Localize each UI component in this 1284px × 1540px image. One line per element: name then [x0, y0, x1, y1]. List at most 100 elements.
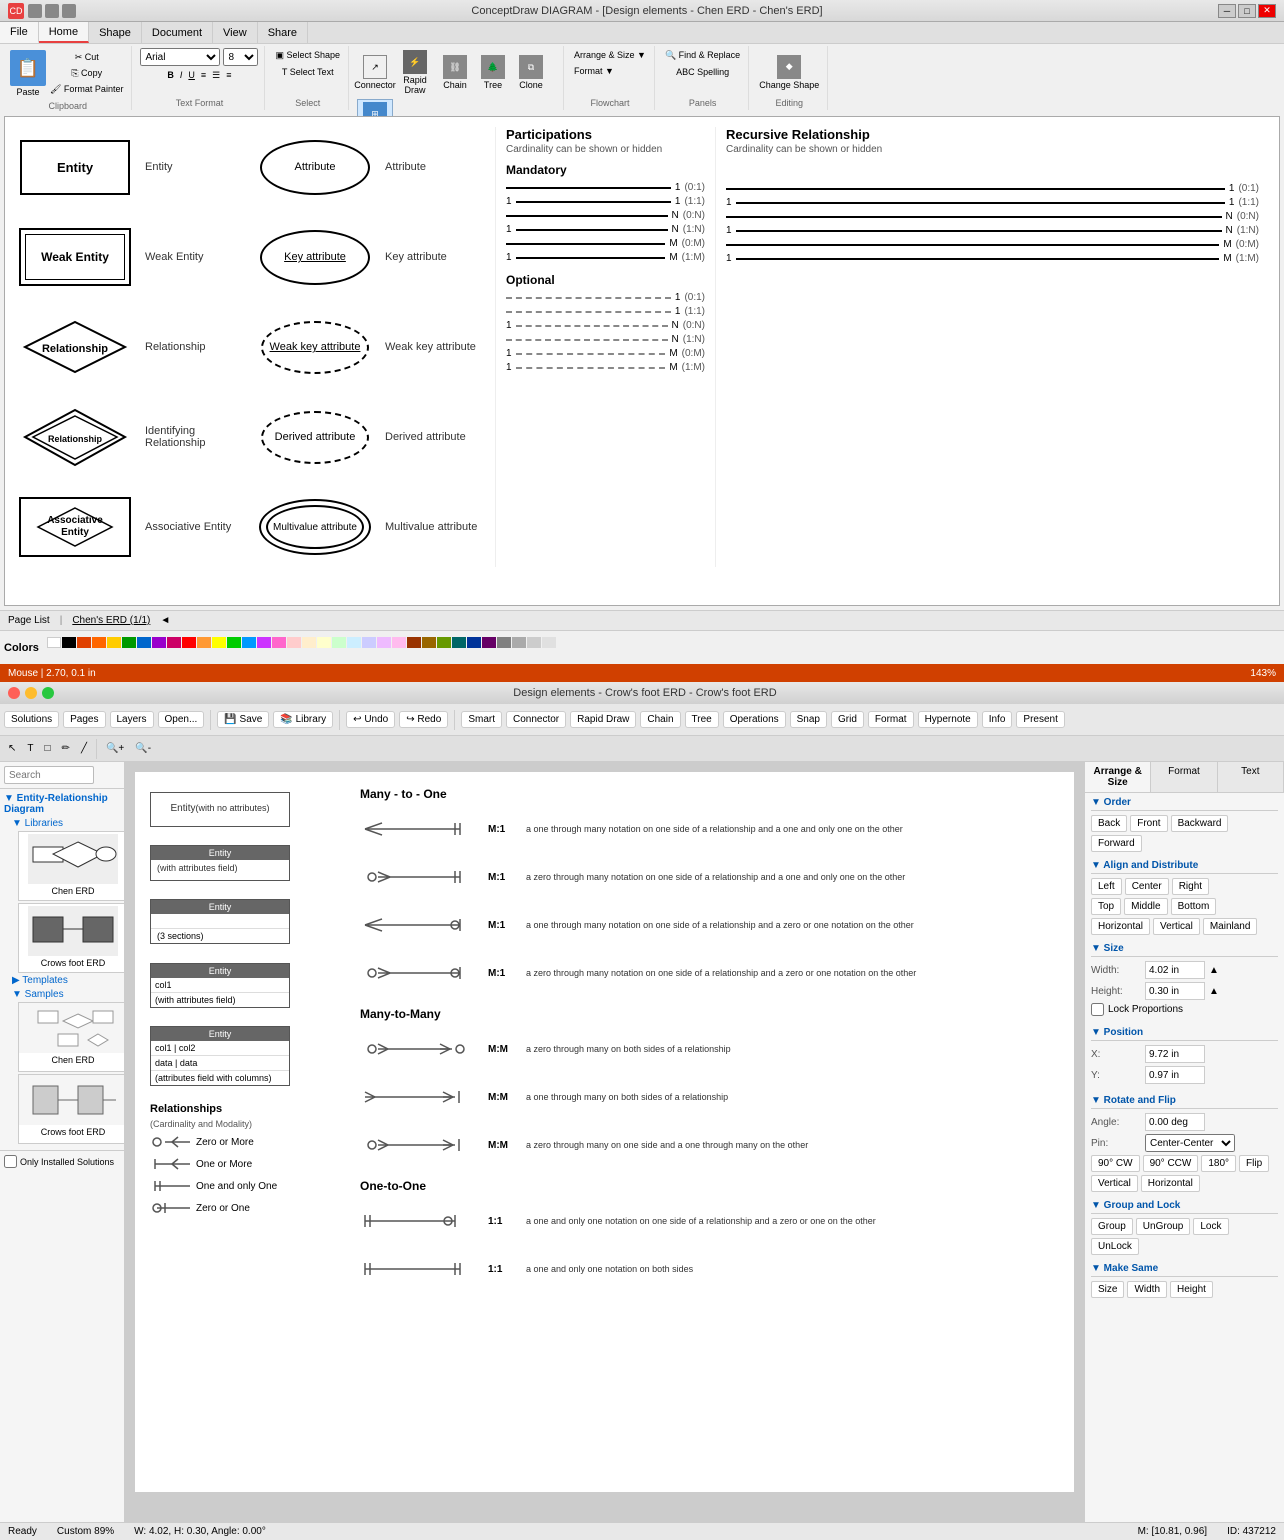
vertical-distribute-button[interactable]: Vertical — [1153, 918, 1200, 935]
snap-btn-bottom[interactable]: Snap — [790, 711, 827, 728]
search-input[interactable] — [4, 766, 94, 784]
crows-sample-thumbnail[interactable]: Crows foot ERD — [18, 1074, 125, 1144]
multivalue-attr-shape[interactable]: Multivalue attribute — [259, 499, 371, 555]
copy-button[interactable]: ⎘ Copy — [48, 66, 125, 81]
underline-button[interactable]: U — [186, 68, 197, 83]
font-family-select[interactable]: Arial — [140, 48, 220, 66]
swatch-green[interactable] — [122, 637, 136, 648]
paste-button[interactable]: 📋 Paste — [10, 48, 46, 99]
clone-button[interactable]: ⧉ Clone — [513, 53, 549, 92]
horizontal-flip-button[interactable]: Horizontal — [1141, 1175, 1200, 1192]
hypernote-button[interactable]: Hypernote — [918, 711, 978, 728]
forward-button[interactable]: Forward — [1091, 835, 1142, 852]
swatch-light-pink[interactable] — [272, 637, 286, 648]
tab-share[interactable]: Share — [258, 22, 308, 43]
angle-input[interactable] — [1145, 1113, 1205, 1131]
align-title[interactable]: ▼ Align and Distribute — [1091, 860, 1278, 874]
only-installed-label[interactable]: Only Installed Solutions — [4, 1155, 120, 1168]
connector-button[interactable]: ↗ Connector — [357, 53, 393, 92]
tab-arrange-size[interactable]: Arrange & Size — [1085, 762, 1151, 792]
tab-view[interactable]: View — [213, 22, 258, 43]
redo-button-bottom[interactable]: ↪ Redo — [399, 711, 448, 728]
pen-tool[interactable]: ✏ — [58, 741, 74, 756]
arrange-size-button[interactable]: Arrange & Size ▼ — [572, 48, 648, 62]
tab-format[interactable]: Format — [1151, 762, 1217, 792]
same-height-button[interactable]: Height — [1170, 1281, 1213, 1298]
mainland-button[interactable]: Mainland — [1203, 918, 1258, 935]
tree-button[interactable]: 🌲 Tree — [475, 53, 511, 92]
group-lock-title[interactable]: ▼ Group and Lock — [1091, 1200, 1278, 1214]
grid-button[interactable]: Grid — [831, 711, 864, 728]
zoom-in-button[interactable]: 🔍+ — [102, 741, 128, 756]
maximize-traffic-light[interactable] — [42, 687, 54, 699]
swatch-dark-purple[interactable] — [482, 637, 496, 648]
chain-btn-bottom[interactable]: Chain — [640, 711, 680, 728]
swatch-bright-yellow[interactable] — [212, 637, 226, 648]
layers-button[interactable]: Layers — [110, 711, 154, 728]
swatch-very-light-pink[interactable] — [287, 637, 301, 648]
swatch-white[interactable] — [47, 637, 61, 648]
swatch-lavender[interactable] — [362, 637, 376, 648]
cf-entity-shape-2[interactable]: Entity (with attributes field) — [150, 845, 290, 881]
relationship-shape[interactable]: Relationship — [20, 317, 130, 377]
swatch-light-lavender[interactable] — [377, 637, 391, 648]
x-input[interactable] — [1145, 1045, 1205, 1063]
cf-entity-shape-3[interactable]: Entity (3 sections) — [150, 899, 290, 944]
swatch-pink[interactable] — [167, 637, 181, 648]
swatch-teal[interactable] — [452, 637, 466, 648]
swatch-brown[interactable] — [407, 637, 421, 648]
swatch-light-orange[interactable] — [197, 637, 211, 648]
close-button[interactable]: ✕ — [1258, 4, 1276, 18]
italic-button[interactable]: I — [178, 68, 185, 83]
redo-quick-icon[interactable] — [62, 4, 76, 18]
zoom-out-button[interactable]: 🔍- — [131, 741, 155, 756]
right-align-button[interactable]: Right — [1172, 878, 1209, 895]
swatch-cream[interactable] — [302, 637, 316, 648]
swatch-purple[interactable] — [152, 637, 166, 648]
attribute-shape[interactable]: Attribute — [260, 140, 370, 195]
front-button[interactable]: Front — [1130, 815, 1167, 832]
arrow-tool[interactable]: ↖ — [4, 741, 20, 756]
rapid-draw-button[interactable]: ⚡ Rapid Draw — [395, 48, 435, 97]
chen-erd-thumbnail[interactable]: Chen ERD — [18, 831, 125, 901]
cf-entity-shape-1[interactable]: Entity(with no attributes) — [150, 792, 290, 827]
lock-proportions-checkbox[interactable] — [1091, 1003, 1104, 1016]
tab-text[interactable]: Text — [1218, 762, 1284, 792]
rotate-flip-title[interactable]: ▼ Rotate and Flip — [1091, 1095, 1278, 1109]
undo-button-bottom[interactable]: ↩ Undo — [346, 711, 395, 728]
change-shape-button[interactable]: ◆ Change Shape — [757, 53, 821, 92]
format-btn-bottom[interactable]: Format — [868, 711, 914, 728]
back-button[interactable]: Back — [1091, 815, 1127, 832]
position-title[interactable]: ▼ Position — [1091, 1027, 1278, 1041]
undo-quick-icon[interactable] — [45, 4, 59, 18]
ungroup-button[interactable]: UnGroup — [1136, 1218, 1191, 1235]
same-size-button[interactable]: Size — [1091, 1281, 1124, 1298]
left-align-button[interactable]: Left — [1091, 878, 1122, 895]
cut-button[interactable]: ✂ Cut — [48, 50, 125, 65]
pin-select[interactable]: Center-Center — [1145, 1134, 1235, 1152]
order-title[interactable]: ▼ Order — [1091, 797, 1278, 811]
assoc-entity-shape[interactable]: AssociativeEntity — [19, 497, 131, 557]
select-text-button[interactable]: T Select Text — [280, 65, 336, 79]
smart-button[interactable]: Smart — [461, 711, 502, 728]
present-button[interactable]: Present — [1016, 711, 1064, 728]
weak-entity-shape[interactable]: Weak Entity — [19, 228, 131, 286]
templates-section[interactable]: ▶ Templates — [12, 975, 120, 986]
page-nav-button[interactable]: ◄ — [160, 615, 170, 626]
unlock-button[interactable]: UnLock — [1091, 1238, 1139, 1255]
tab-file[interactable]: File — [0, 22, 39, 43]
rotate-180-button[interactable]: 180° — [1201, 1155, 1236, 1172]
format-button[interactable]: Format ▼ — [572, 64, 616, 78]
swatch-black[interactable] — [62, 637, 76, 648]
close-traffic-light[interactable] — [8, 687, 20, 699]
font-size-select[interactable]: 8 — [223, 48, 258, 66]
chen-sample-thumbnail[interactable]: Chen ERD — [18, 1002, 125, 1072]
tree-btn-bottom[interactable]: Tree — [685, 711, 719, 728]
width-stepper-up[interactable]: ▲ — [1209, 965, 1219, 976]
group-button[interactable]: Group — [1091, 1218, 1133, 1235]
align-left-button[interactable]: ≡ — [199, 68, 208, 83]
tab-home[interactable]: Home — [39, 22, 89, 43]
swatch-dark-yellow[interactable] — [422, 637, 436, 648]
cf-entity-shape-5[interactable]: Entity col1 | col2 data | data (attribut… — [150, 1026, 290, 1086]
swatch-light-gray[interactable] — [512, 637, 526, 648]
